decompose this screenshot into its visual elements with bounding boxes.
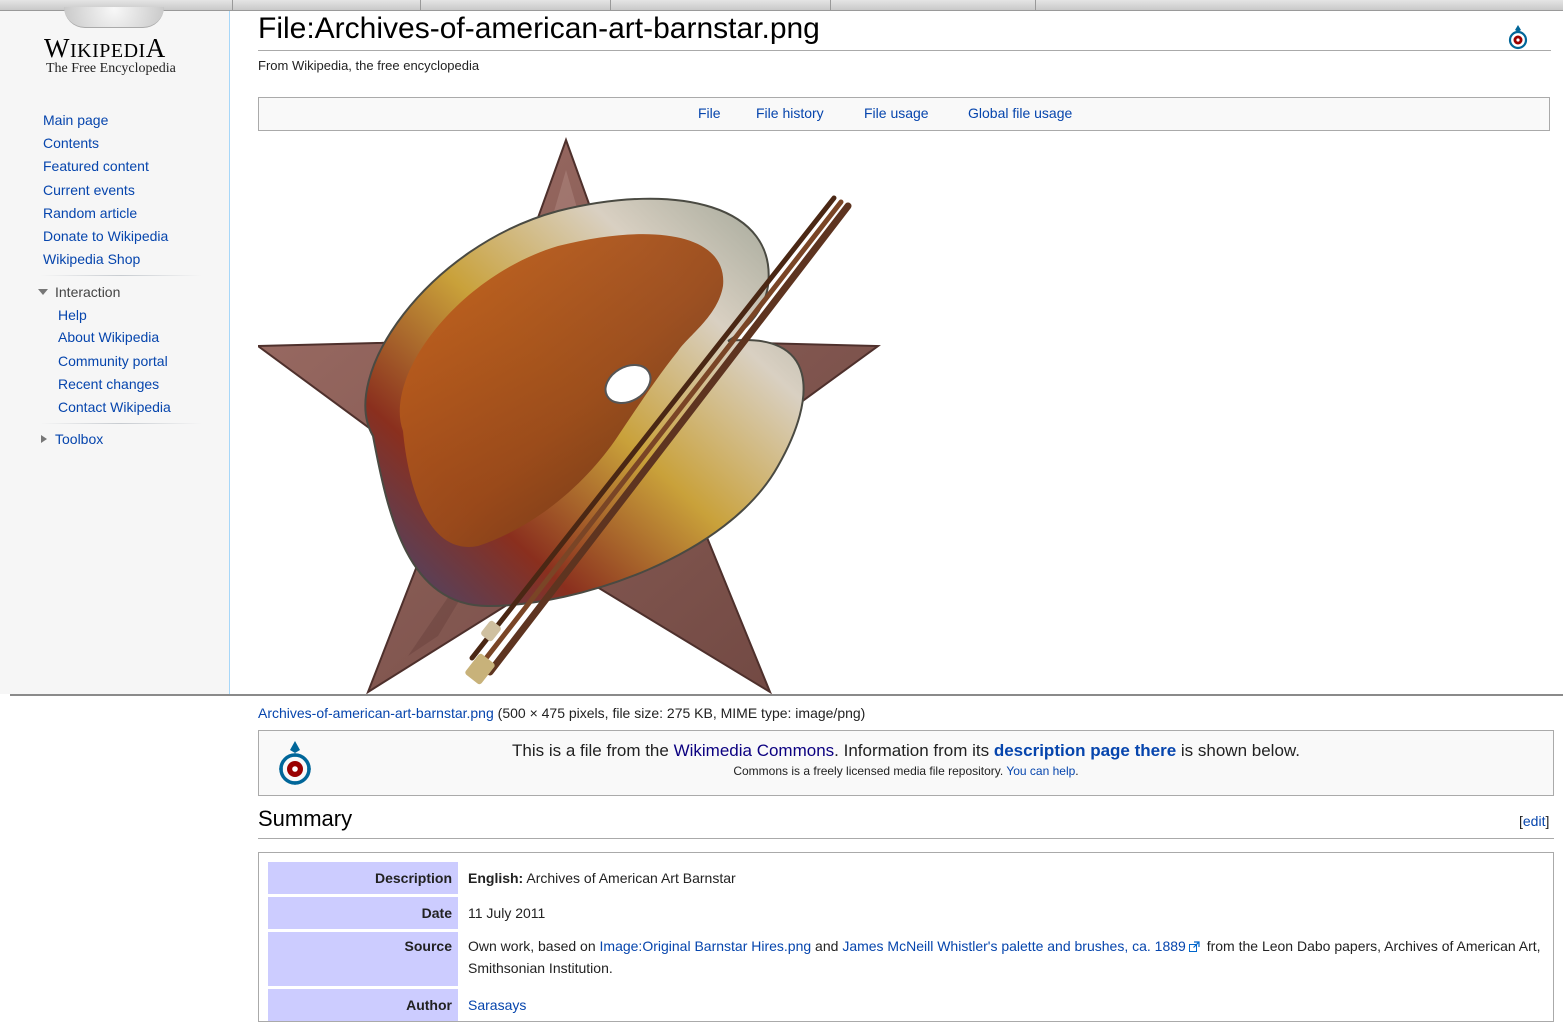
row-label-author: Author: [268, 989, 458, 1021]
notice-text: . Information from its: [834, 741, 994, 760]
nav-community-portal[interactable]: Community portal: [58, 353, 168, 369]
globe-logo-icon[interactable]: [64, 7, 164, 28]
commons-notice-text: This is a file from the Wikimedia Common…: [259, 741, 1553, 761]
portal-divider: [40, 423, 202, 424]
nav-donate[interactable]: Donate to Wikipedia: [43, 228, 168, 244]
nav-contents[interactable]: Contents: [43, 135, 99, 151]
source-text: and: [811, 938, 843, 954]
row-label-description: Description: [268, 862, 458, 894]
wordmark-letter: A: [145, 33, 166, 63]
nav-featured-content[interactable]: Featured content: [43, 158, 149, 174]
file-info-table: Description English: Archives of America…: [258, 852, 1554, 1022]
portal-heading: Toolbox: [55, 431, 104, 447]
wikimedia-commons-link[interactable]: Wikimedia Commons: [674, 741, 835, 760]
tab-divider: [420, 0, 421, 10]
original-file-link[interactable]: Archives-of-american-art-barnstar.png: [258, 705, 494, 721]
commons-logo-icon[interactable]: [1506, 24, 1530, 50]
original-barnstar-link[interactable]: Image:Original Barnstar Hires.png: [600, 938, 812, 954]
portal-heading: Interaction: [55, 284, 121, 300]
notice-text: This is a file from the: [512, 741, 674, 760]
screenshot-seam: [10, 694, 1563, 696]
bracket: ]: [1545, 813, 1550, 829]
source-text: Own work, based on: [468, 938, 600, 954]
edit-section-link[interactable]: edit: [1523, 813, 1546, 829]
summary-heading: Summary: [258, 806, 353, 831]
row-value-source: Own work, based on Image:Original Barnst…: [468, 932, 1548, 979]
wikipedia-wordmark[interactable]: WIKIPEDIA: [44, 33, 204, 64]
wordmark-letter: W: [44, 33, 70, 63]
toc-file-usage[interactable]: File usage: [864, 105, 929, 121]
title-divider: [258, 50, 1551, 51]
file-toc: File File history File usage Global file…: [258, 97, 1550, 131]
page-title: File:Archives-of-american-art-barnstar.p…: [258, 12, 820, 45]
toc-global-file-usage[interactable]: Global file usage: [968, 105, 1072, 121]
table-row: Date 11 July 2011: [268, 897, 1548, 929]
row-value-author: Sarasays: [468, 989, 1548, 1016]
you-can-help-link[interactable]: You can help: [1006, 764, 1075, 778]
notice-subtext: Commons is a freely licensed media file …: [733, 764, 1007, 778]
file-info-line: Archives-of-american-art-barnstar.png (5…: [258, 705, 865, 721]
author-link[interactable]: Sarasays: [468, 997, 526, 1013]
nav-current-events[interactable]: Current events: [43, 182, 135, 198]
nav-random-article[interactable]: Random article: [43, 205, 137, 221]
portal-divider: [40, 275, 202, 276]
sidebar: WIKIPEDIA The Free Encyclopedia Main pag…: [0, 7, 230, 694]
disclosure-triangle-down-icon: [38, 289, 48, 295]
row-label-source: Source: [268, 932, 458, 986]
toc-file-history[interactable]: File history: [756, 105, 824, 121]
portal-interaction-toggle[interactable]: Interaction: [38, 284, 120, 300]
browser-chrome-strip: [0, 0, 1563, 11]
notice-text: is shown below.: [1176, 741, 1300, 760]
description-text: Archives of American Art Barnstar: [523, 870, 736, 886]
portal-toolbox-toggle[interactable]: Toolbox: [38, 431, 103, 447]
commons-notice: This is a file from the Wikimedia Common…: [258, 730, 1554, 796]
row-value-description: English: Archives of American Art Barnst…: [468, 862, 1548, 889]
table-row: Description English: Archives of America…: [268, 862, 1548, 894]
nav-main-page[interactable]: Main page: [43, 112, 108, 128]
barnstar-image[interactable]: [258, 136, 883, 696]
external-link-icon: [1188, 941, 1200, 952]
tab-divider: [830, 0, 831, 10]
table-row: Author Sarasays: [268, 989, 1548, 1021]
nav-help[interactable]: Help: [58, 307, 87, 323]
tab-divider: [232, 0, 233, 10]
site-subtitle: From Wikipedia, the free encyclopedia: [258, 58, 480, 73]
edit-section: [edit]: [1519, 813, 1549, 829]
nav-contact-wikipedia[interactable]: Contact Wikipedia: [58, 399, 171, 415]
description-page-link[interactable]: description page there: [994, 741, 1176, 760]
language-label: English:: [468, 870, 524, 886]
tab-divider: [610, 0, 611, 10]
nav-recent-changes[interactable]: Recent changes: [58, 376, 159, 392]
table-row: Source Own work, based on Image:Original…: [268, 932, 1548, 986]
wordmark-smallcaps: IKIPEDI: [69, 40, 146, 62]
tab-divider: [1035, 0, 1036, 10]
whistler-palette-link[interactable]: James McNeill Whistler's palette and bru…: [842, 938, 1186, 954]
row-label-date: Date: [268, 897, 458, 929]
row-value-date: 11 July 2011: [468, 905, 546, 921]
file-details: (500 × 475 pixels, file size: 275 KB, MI…: [493, 705, 866, 721]
disclosure-triangle-right-icon: [41, 435, 47, 443]
commons-notice-subtext: Commons is a freely licensed media file …: [259, 764, 1553, 778]
nav-wikipedia-shop[interactable]: Wikipedia Shop: [43, 251, 140, 267]
notice-subtext: .: [1075, 764, 1079, 778]
logo-tagline: The Free Encyclopedia: [46, 61, 176, 76]
toc-file[interactable]: File: [698, 105, 721, 121]
summary-divider: [258, 838, 1554, 839]
nav-about-wikipedia[interactable]: About Wikipedia: [58, 329, 159, 345]
